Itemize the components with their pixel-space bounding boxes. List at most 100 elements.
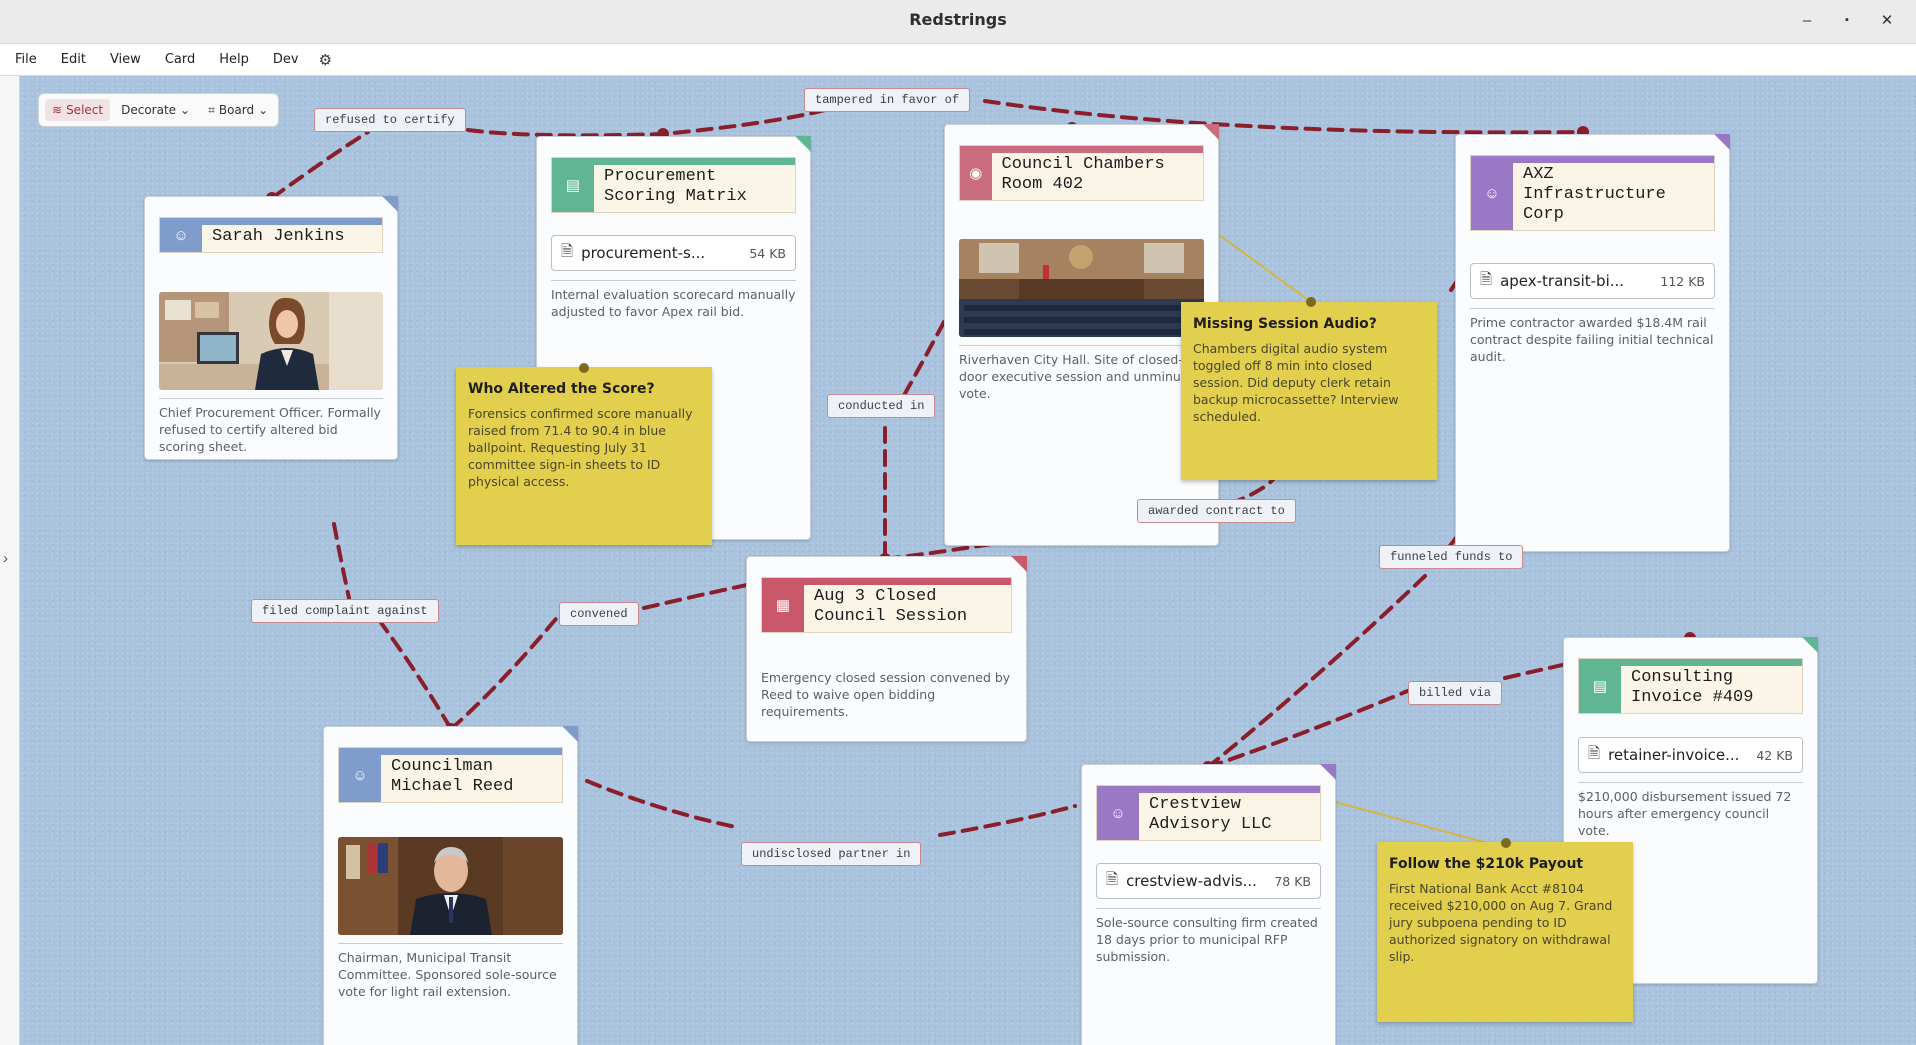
- maximize-button[interactable]: ▪: [1836, 8, 1858, 32]
- card-corner-fold: [1714, 134, 1730, 150]
- menu-bar: File Edit View Card Help Dev ⚙: [0, 44, 1916, 76]
- left-sidebar-collapsed[interactable]: ›: [0, 76, 20, 1045]
- file-icon: 🗎: [561, 241, 574, 260]
- file-name: apex-transit-bi...: [1500, 272, 1625, 290]
- link-line-refused: [270, 130, 370, 200]
- file-icon: 🗎: [1588, 743, 1601, 762]
- link-line-convened-a: [449, 612, 562, 731]
- card-divider: [1470, 308, 1715, 309]
- link-label-funneled[interactable]: funneled funds to: [1379, 545, 1524, 569]
- card-header: ▦ Aug 3 Closed Council Session: [761, 577, 1012, 633]
- link-label-tampered[interactable]: tampered in favor of: [804, 88, 971, 112]
- note-body: Forensics confirmed score manually raise…: [468, 406, 693, 489]
- decorate-dropdown[interactable]: Decorate ⌄: [114, 99, 197, 121]
- link-label-conducted[interactable]: conducted in: [827, 394, 936, 418]
- card-divider: [1096, 908, 1321, 909]
- link-label-complaint[interactable]: filed complaint against: [251, 599, 439, 623]
- card-divider: [159, 398, 383, 399]
- board-dropdown[interactable]: ⌗ Board ⌄: [201, 99, 275, 122]
- file-attachment[interactable]: 🗎 apex-transit-bi... 112 KB: [1470, 263, 1715, 299]
- card-closed-council-session[interactable]: ▦ Aug 3 Closed Council Session Emergency…: [746, 556, 1027, 742]
- card-description: Chief Procurement Officer. Formally refu…: [159, 405, 381, 454]
- link-label-refused[interactable]: refused to certify: [314, 108, 466, 132]
- card-header: ☺ AXZ Infrastructure Corp: [1470, 155, 1715, 231]
- card-header: ▤ Consulting Invoice #409: [1578, 658, 1803, 714]
- menu-dev[interactable]: Dev: [261, 52, 311, 67]
- card-corner-fold: [382, 196, 398, 212]
- card-council-chambers[interactable]: ◉ Council Chambers Room 402 Riverhaven C…: [944, 124, 1219, 546]
- note-title: Follow the $210k Payout: [1389, 856, 1584, 872]
- link-line-billed-a: [1206, 688, 1412, 769]
- card-divider: [338, 943, 563, 944]
- card-divider: [959, 345, 1204, 346]
- file-attachment[interactable]: 🗎 crestview-advis... 78 KB: [1096, 863, 1321, 899]
- card-title: Councilman Michael Reed: [391, 757, 514, 796]
- card-corner-fold: [1011, 556, 1027, 572]
- settings-gear-icon[interactable]: ⚙: [311, 51, 340, 69]
- menu-file[interactable]: File: [0, 52, 49, 67]
- link-line-funneled-b: [1206, 574, 1427, 769]
- chevron-right-icon[interactable]: ›: [3, 550, 8, 567]
- calendar-icon: ▦: [762, 578, 804, 632]
- board-label: Board: [218, 103, 255, 117]
- card-description: Sole-source consulting firm created 18 d…: [1096, 915, 1318, 964]
- title-bar: Redstrings – ▪ ✕: [0, 0, 1916, 44]
- link-label-billed[interactable]: billed via: [1408, 681, 1503, 705]
- card-description: Internal evaluation scorecard manually a…: [551, 287, 796, 319]
- note-title: Missing Session Audio?: [1193, 316, 1377, 332]
- menu-card[interactable]: Card: [153, 52, 207, 67]
- card-description: Prime contractor awarded $18.4M rail con…: [1470, 315, 1714, 364]
- file-attachment[interactable]: 🗎 procurement-s... 54 KB: [551, 235, 796, 271]
- file-icon: 🗎: [1480, 269, 1493, 288]
- note-title: Who Altered the Score?: [468, 381, 655, 397]
- select-tool-button[interactable]: ≋ Select: [45, 99, 111, 121]
- board-toolbar: ≋ Select Decorate ⌄ ⌗ Board ⌄: [38, 93, 279, 127]
- link-label-awarded[interactable]: awarded contract to: [1137, 499, 1296, 523]
- card-title: Council Chambers Room 402: [1001, 155, 1165, 194]
- card-header: ☺ Crestview Advisory LLC: [1096, 785, 1321, 841]
- card-title: Aug 3 Closed Council Session: [814, 587, 968, 626]
- card-corner-fold: [562, 726, 578, 742]
- card-crestview-advisory[interactable]: ☺ Crestview Advisory LLC 🗎 crestview-adv…: [1081, 764, 1336, 1045]
- note-pin: [579, 363, 589, 373]
- card-title: Consulting Invoice #409: [1631, 668, 1754, 707]
- sticky-note-audio[interactable]: Missing Session Audio? Chambers digital …: [1181, 302, 1437, 480]
- frame-icon: ⌗: [208, 102, 215, 117]
- card-description: Chairman, Municipal Transit Committee. S…: [338, 950, 557, 999]
- document-icon: ▤: [552, 158, 594, 212]
- chevron-down-icon: ⌄: [258, 103, 269, 117]
- minimize-button[interactable]: –: [1796, 8, 1818, 32]
- link-label-convened[interactable]: convened: [559, 602, 639, 626]
- menu-help[interactable]: Help: [207, 52, 261, 67]
- sticky-note-payout[interactable]: Follow the $210k Payout First National B…: [1377, 842, 1633, 1022]
- card-divider: [551, 280, 796, 281]
- note-body: First National Bank Acct #8104 received …: [1389, 881, 1613, 964]
- link-line-complaint-b: [377, 618, 453, 731]
- card-header: ☺ Sarah Jenkins: [159, 217, 383, 253]
- card-corner-fold: [1203, 124, 1219, 140]
- note-pin: [1501, 838, 1511, 848]
- file-size: 42 KB: [1756, 747, 1793, 763]
- document-icon: ▤: [1579, 659, 1621, 713]
- file-attachment[interactable]: 🗎 retainer-invoice... 42 KB: [1578, 737, 1803, 773]
- card-corner-fold: [795, 136, 811, 152]
- portrait-photo-man: [338, 837, 563, 935]
- card-sarah-jenkins[interactable]: ☺ Sarah Jenkins Chief Procurement Office…: [144, 196, 398, 460]
- file-size: 112 KB: [1660, 273, 1705, 289]
- sticky-note-score[interactable]: Who Altered the Score? Forensics confirm…: [456, 367, 712, 545]
- link-line-complaint-a: [332, 522, 351, 600]
- note-pin: [1306, 297, 1316, 307]
- select-tool-label: Select: [66, 103, 104, 117]
- card-councilman-reed[interactable]: ☺ Councilman Michael Reed Chairman, Muni…: [323, 726, 578, 1045]
- board-canvas[interactable]: ≋ Select Decorate ⌄ ⌗ Board ⌄ ☺ Sarah Je…: [20, 76, 1916, 1045]
- menu-edit[interactable]: Edit: [49, 52, 98, 67]
- link-line-partner-a: [585, 779, 742, 830]
- portrait-photo-woman: [159, 292, 383, 390]
- file-size: 54 KB: [749, 245, 786, 261]
- card-axz-infrastructure[interactable]: ☺ AXZ Infrastructure Corp 🗎 apex-transit…: [1455, 134, 1730, 552]
- file-size: 78 KB: [1274, 873, 1311, 889]
- menu-view[interactable]: View: [98, 52, 153, 67]
- card-header: ◉ Council Chambers Room 402: [959, 145, 1204, 201]
- close-button[interactable]: ✕: [1876, 8, 1898, 32]
- link-label-partner[interactable]: undisclosed partner in: [741, 842, 922, 866]
